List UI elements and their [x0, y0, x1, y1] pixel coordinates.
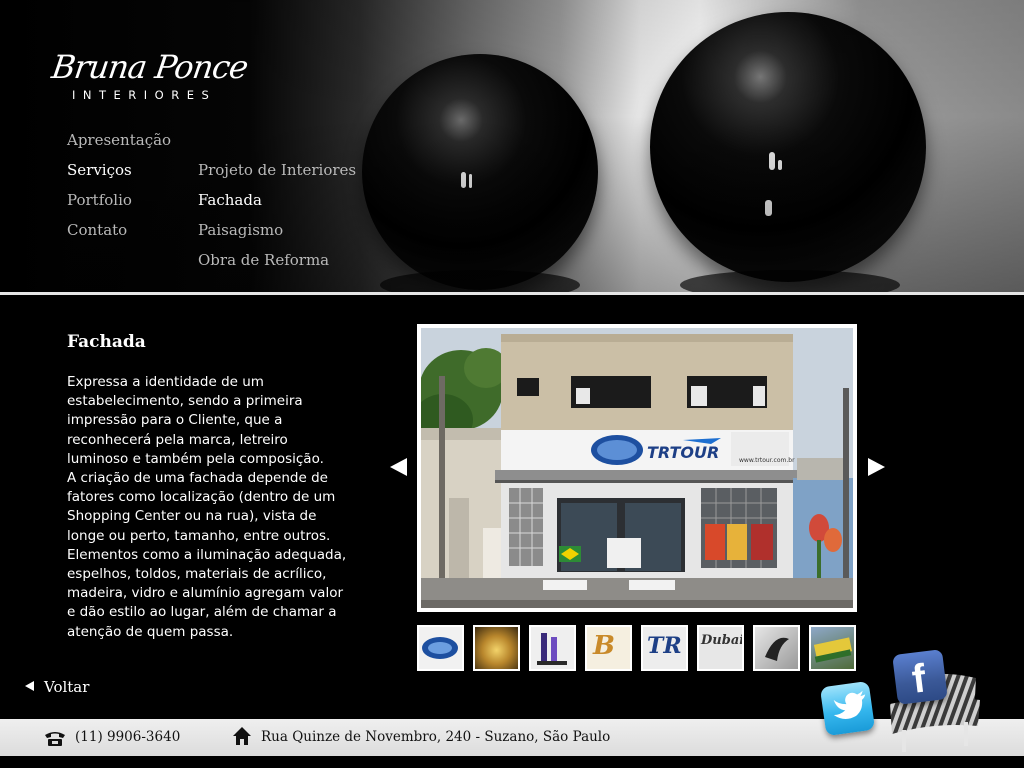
footer-bottom-strip [0, 756, 1024, 768]
subnav-item-obra-de-reforma[interactable]: Obra de Reforma [198, 251, 329, 269]
thumbnail-6[interactable]: Dubai [697, 625, 744, 671]
footer-phone[interactable]: (11) 9906-3640 [75, 729, 180, 745]
nav-item-servicos[interactable]: Serviços [67, 161, 132, 179]
description-line: fatores como localização (dentro de um [67, 489, 336, 506]
description-line: A criação de uma fachada depende de [67, 470, 328, 487]
back-link[interactable]: Voltar [25, 678, 89, 696]
subnav-item-fachada[interactable]: Fachada [198, 191, 262, 209]
thumbnail-4-text: B [593, 631, 615, 661]
description-text: Expressa a identidade de um estabelecime… [67, 373, 367, 642]
storefront-photo: TRTOUR www.trtour.com.br [421, 328, 853, 608]
description-line: e dão estilo ao lugar, além de chamar a [67, 604, 337, 621]
logo-script: Bruna Ponce [49, 48, 250, 86]
facebook-glyph: f [909, 656, 929, 702]
description-line: atenção de quem passa. [67, 623, 234, 640]
thumbnail-4[interactable]: B [585, 625, 632, 671]
back-label: Voltar [44, 678, 90, 696]
home-icon [233, 727, 251, 745]
previous-arrow-icon[interactable] [390, 458, 407, 476]
description-line: estabelecimento, sendo a primeira [67, 393, 303, 410]
thumbnail-strip: B TR Dubai [417, 625, 857, 671]
description-line: impressão para o Cliente, que a [67, 412, 283, 429]
svg-text:TRTOUR: TRTOUR [647, 443, 719, 462]
svg-text:www.trtour.com.br: www.trtour.com.br [739, 457, 795, 464]
thumbnail-3[interactable] [529, 625, 576, 671]
brand-logo[interactable]: Bruna Ponce INTERIORES [49, 48, 282, 106]
back-arrow-icon [25, 681, 34, 691]
header-divider [0, 292, 1024, 295]
logo-subtitle: INTERIORES [72, 88, 217, 102]
phone-icon [45, 732, 65, 746]
gallery-main-image: TRTOUR www.trtour.com.br [417, 324, 857, 612]
description-line: reconhecerá pela marca, letreiro [67, 431, 288, 448]
nav-item-portfolio[interactable]: Portfolio [67, 191, 132, 209]
page-title: Fachada [67, 332, 146, 352]
subnav-item-paisagismo[interactable]: Paisagismo [198, 221, 283, 239]
description-line: Elementos como a iluminação adequada, [67, 546, 347, 563]
thumbnail-8[interactable] [809, 625, 856, 671]
thumbnail-5-text: TR [647, 633, 682, 659]
thumbnail-7[interactable] [753, 625, 800, 671]
header-banner: Bruna Ponce INTERIORES Apresentação Serv… [0, 0, 1024, 292]
description-line: longe ou perto, tamanho, entre outros. [67, 527, 331, 544]
thumbnail-1[interactable] [417, 625, 464, 671]
subnav-item-projeto-de-interiores[interactable]: Projeto de Interiores [198, 161, 356, 179]
next-arrow-icon[interactable] [868, 458, 885, 476]
description-line: madeira, vidro e alumínio agregam valor [67, 585, 344, 602]
thumbnail-2[interactable] [473, 625, 520, 671]
nav-item-contato[interactable]: Contato [67, 221, 127, 239]
description-line: Expressa a identidade de um [67, 374, 264, 390]
twitter-icon[interactable] [819, 680, 876, 737]
thumbnail-5[interactable]: TR [641, 625, 688, 671]
footer-address: Rua Quinze de Novembro, 240 - Suzano, Sã… [261, 729, 611, 745]
description-line: Shopping Center ou na rua), vista de [67, 508, 317, 525]
thumbnail-6-text: Dubai [701, 633, 742, 648]
description-line: espelhos, toldos, materiais de acrílico, [67, 566, 327, 583]
facebook-icon[interactable]: f [892, 649, 948, 705]
description-line: luminoso e também pela composição. [67, 450, 324, 467]
nav-item-apresentacao[interactable]: Apresentação [67, 131, 171, 149]
